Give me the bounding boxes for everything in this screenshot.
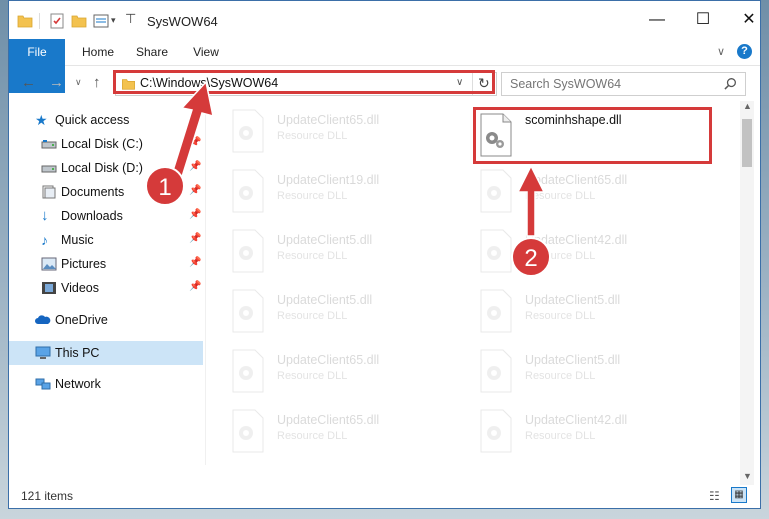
divider — [39, 13, 40, 29]
drive-icon — [41, 140, 57, 149]
maximize-button[interactable]: ☐ — [680, 1, 726, 39]
status-bar: 121 items ☷ ▦ — [9, 485, 760, 508]
file-item[interactable]: UpdateClient65.dll Resource DLL — [231, 409, 461, 463]
customize-toolbar-icon[interactable] — [93, 13, 109, 29]
dll-file-icon — [480, 229, 512, 273]
videos-icon — [42, 282, 56, 294]
ribbon-tabs: File Home Share View ∨ ? — [9, 39, 760, 93]
file-item[interactable]: UpdateClient65.dll Resource DLL — [231, 109, 461, 163]
pin-icon[interactable]: 📌 — [189, 257, 201, 268]
up-arrow-icon[interactable]: ↑ — [93, 74, 101, 91]
pin-icon[interactable]: 📌 — [189, 137, 201, 148]
back-arrow-icon[interactable]: ← — [21, 74, 36, 91]
tab-home[interactable]: Home — [75, 39, 121, 65]
navigation-pane: ★ Quick access Local Disk (C:) 📌 Local D… — [9, 105, 203, 475]
network-icon — [35, 378, 51, 390]
cloud-icon — [35, 315, 51, 324]
file-item[interactable]: UpdateClient19.dll Resource DLL — [231, 169, 461, 223]
step-badge-2: 2 — [511, 237, 551, 277]
address-bar-highlight — [113, 70, 495, 94]
computer-icon — [35, 346, 51, 359]
scroll-up-icon[interactable]: ▲ — [743, 101, 752, 111]
pane-divider — [205, 105, 206, 465]
dll-file-icon — [232, 109, 264, 153]
file-highlight — [473, 107, 712, 164]
music-icon: ♪ — [41, 232, 48, 248]
pin-icon[interactable]: 📌 — [189, 185, 201, 196]
window-title: SysWOW64 — [147, 14, 218, 29]
recent-locations-icon[interactable]: ∨ — [75, 77, 82, 88]
download-icon: ↓ — [41, 207, 49, 224]
pin-icon[interactable]: 📌 — [189, 209, 201, 220]
star-icon: ★ — [35, 112, 48, 128]
dll-file-icon — [480, 169, 512, 213]
file-item[interactable]: UpdateClient5.dll Resource DLL — [231, 229, 461, 283]
file-item[interactable]: UpdateClient5.dll Resource DLL — [231, 289, 461, 343]
dll-file-icon — [232, 229, 264, 273]
chevron-down-icon[interactable]: ∨ — [717, 45, 725, 58]
file-item[interactable]: UpdateClient65.dll Resource DLL — [479, 169, 709, 223]
pin-icon[interactable]: 📌 — [189, 161, 201, 172]
large-icons-view-icon[interactable]: ▦ — [731, 487, 747, 503]
tab-share[interactable]: Share — [129, 39, 175, 65]
file-item[interactable]: UpdateClient5.dll Resource DLL — [479, 349, 709, 403]
tab-view[interactable]: View — [183, 39, 229, 65]
details-view-icon[interactable]: ☷ — [709, 489, 720, 503]
file-item[interactable]: UpdateClient65.dll Resource DLL — [231, 349, 461, 403]
forward-arrow-icon[interactable]: → — [49, 74, 64, 91]
folder-icon[interactable] — [17, 13, 33, 29]
dll-file-icon — [232, 349, 264, 393]
dll-file-icon — [232, 409, 264, 453]
documents-icon — [42, 185, 56, 199]
minimize-button[interactable]: — — [634, 1, 680, 39]
title-bar: ▾ ⊤ SysWOW64 — ☐ ✕ — [9, 1, 760, 39]
dll-file-icon — [480, 409, 512, 453]
vertical-scrollbar[interactable]: ▲ ▼ — [740, 101, 754, 485]
step-badge-1: 1 — [145, 166, 185, 206]
scroll-down-icon[interactable]: ▼ — [743, 471, 752, 481]
pictures-icon — [41, 257, 57, 271]
file-item[interactable]: UpdateClient5.dll Resource DLL — [479, 289, 709, 343]
pin-icon[interactable]: 📌 — [189, 281, 201, 292]
dll-file-icon — [480, 289, 512, 333]
search-box[interactable] — [501, 72, 746, 96]
dll-file-icon — [480, 349, 512, 393]
drive-icon — [41, 165, 57, 173]
dll-file-icon — [232, 169, 264, 213]
search-icon[interactable] — [724, 77, 737, 90]
search-input[interactable] — [510, 75, 710, 93]
file-item[interactable]: UpdateClient42.dll Resource DLL — [479, 409, 709, 463]
close-button[interactable]: ✕ — [726, 1, 760, 39]
item-count: 121 items — [21, 489, 74, 503]
new-folder-icon[interactable] — [71, 13, 87, 29]
chevron-down-icon[interactable]: ▾ — [111, 15, 116, 26]
pin-toolbar-icon[interactable]: ⊤ — [125, 11, 136, 27]
properties-icon[interactable] — [49, 13, 65, 29]
dll-file-icon — [232, 289, 264, 333]
help-icon[interactable]: ? — [737, 44, 752, 59]
scrollbar-thumb[interactable] — [742, 119, 752, 167]
pin-icon[interactable]: 📌 — [189, 233, 201, 244]
